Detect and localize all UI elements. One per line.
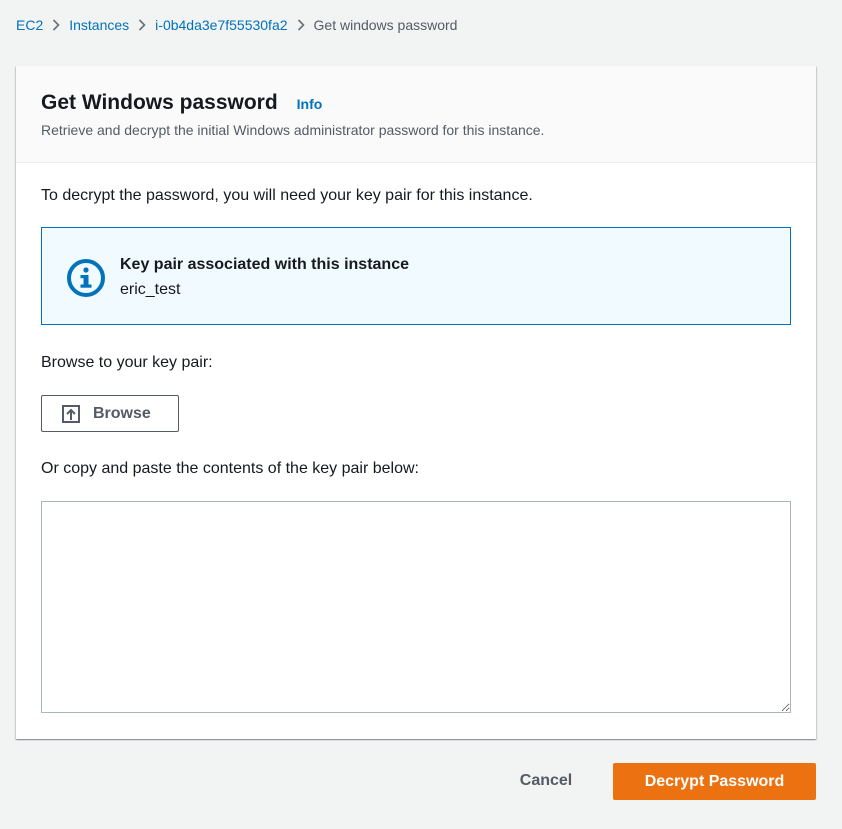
decrypt-password-button[interactable]: Decrypt Password: [613, 763, 816, 800]
breadcrumb-item-ec2[interactable]: EC2: [16, 17, 43, 33]
breadcrumb-item-instances[interactable]: Instances: [69, 17, 129, 33]
key-pair-info-alert: Key pair associated with this instance e…: [41, 227, 791, 325]
intro-text: To decrypt the password, you will need y…: [41, 187, 533, 204]
key-pair-name: eric_test: [120, 281, 181, 298]
info-icon: [67, 259, 105, 297]
panel-header: Get Windows password Info Retrieve and d…: [16, 66, 816, 163]
cancel-button[interactable]: Cancel: [500, 763, 592, 799]
chevron-right-icon: [52, 19, 60, 31]
title-row: Get Windows password Info: [41, 90, 792, 116]
chevron-right-icon: [138, 19, 146, 31]
upload-icon: [62, 404, 80, 423]
breadcrumb-item-current: Get windows password: [313, 17, 458, 33]
alert-title: Key pair associated with this instance: [120, 256, 409, 273]
info-link[interactable]: Info: [297, 96, 323, 112]
breadcrumb: EC2 Instances i-0b4da3e7f55530fa2 Get wi…: [16, 15, 457, 35]
key-pair-textarea[interactable]: [41, 501, 791, 713]
get-windows-password-panel: Get Windows password Info Retrieve and d…: [16, 66, 816, 739]
breadcrumb-item-instance-id[interactable]: i-0b4da3e7f55530fa2: [155, 17, 287, 33]
chevron-right-icon: [297, 19, 305, 31]
page-description: Retrieve and decrypt the initial Windows…: [41, 122, 545, 138]
browse-label: Browse to your key pair:: [41, 354, 213, 371]
paste-label: Or copy and paste the contents of the ke…: [41, 460, 419, 477]
browse-button[interactable]: Browse: [41, 395, 179, 432]
browse-button-label: Browse: [93, 404, 151, 422]
page-title: Get Windows password: [41, 91, 278, 114]
